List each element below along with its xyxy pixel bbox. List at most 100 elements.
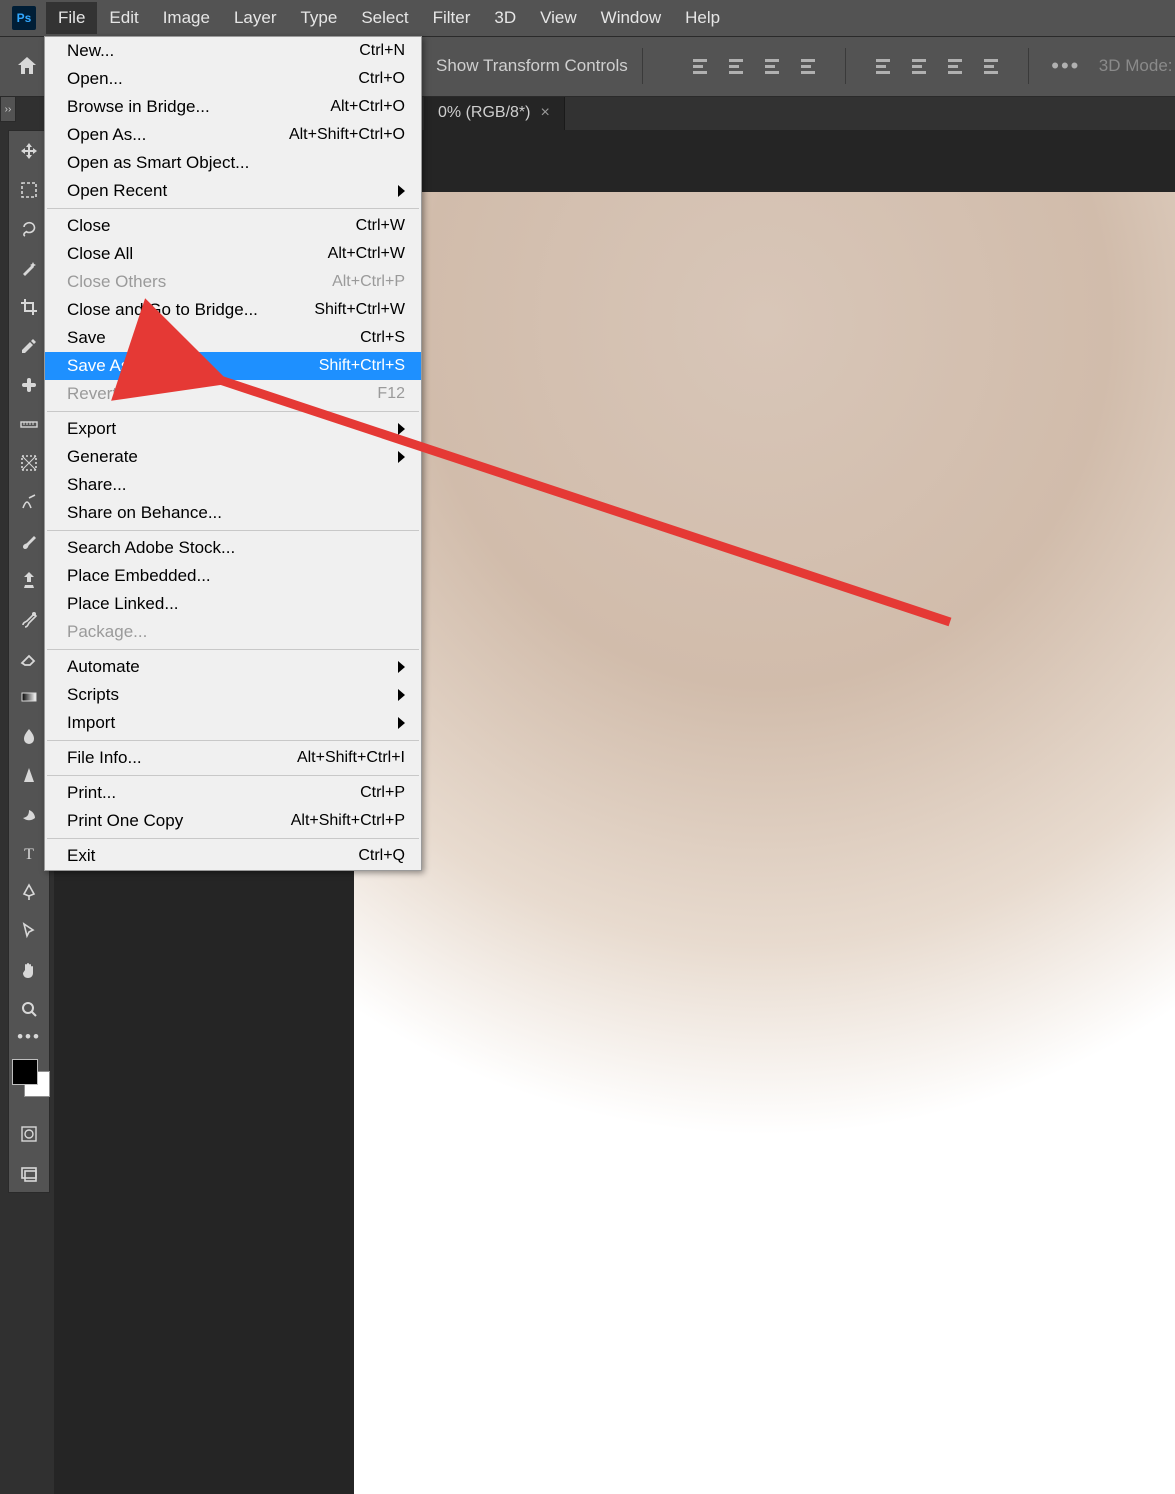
menu-window[interactable]: Window	[589, 2, 673, 34]
menuitem-browse-in-bridge[interactable]: Browse in Bridge...Alt+Ctrl+O	[45, 93, 421, 121]
clone-stamp-tool[interactable]	[9, 560, 49, 599]
menuitem-label: Open As...	[67, 125, 146, 145]
gradient-tool[interactable]	[9, 677, 49, 716]
marquee-tool[interactable]	[9, 170, 49, 209]
menu-type[interactable]: Type	[288, 2, 349, 34]
align-center-h-icon[interactable]	[723, 53, 749, 79]
document-tab[interactable]: 0% (RGB/8*) ×	[424, 96, 565, 130]
healing-tool[interactable]	[9, 365, 49, 404]
menu-filter[interactable]: Filter	[421, 2, 483, 34]
more-options-icon[interactable]: •••	[1053, 53, 1079, 79]
panel-collapse-strip[interactable]: ››	[0, 96, 16, 122]
magic-wand-tool[interactable]	[9, 248, 49, 287]
frame-tool[interactable]	[9, 443, 49, 482]
menuitem-scripts[interactable]: Scripts	[45, 681, 421, 709]
menuitem-place-embedded[interactable]: Place Embedded...	[45, 562, 421, 590]
crop-tool[interactable]	[9, 287, 49, 326]
ruler-tool[interactable]	[9, 404, 49, 443]
menuitem-place-linked[interactable]: Place Linked...	[45, 590, 421, 618]
show-transform-label[interactable]: Show Transform Controls	[436, 56, 628, 76]
lasso-tool[interactable]	[9, 209, 49, 248]
menuitem-open-as[interactable]: Open As... Alt+Shift+Ctrl+O	[45, 121, 421, 149]
sharpen-tool[interactable]	[9, 755, 49, 794]
foreground-swatch[interactable]	[12, 1059, 38, 1085]
menuitem-share[interactable]: Share...	[45, 471, 421, 499]
brush-tool[interactable]	[9, 521, 49, 560]
align-right-icon[interactable]	[759, 53, 785, 79]
menu-bar: Ps FileEditImageLayerTypeSelectFilter3DV…	[0, 0, 1175, 37]
tool-overflow[interactable]: •••	[9, 1028, 49, 1046]
file-menu-dropdown: New...Ctrl+NOpen...Ctrl+OBrowse in Bridg…	[44, 36, 422, 871]
menu-edit[interactable]: Edit	[97, 2, 150, 34]
menuitem-new[interactable]: New...Ctrl+N	[45, 37, 421, 65]
menu-image[interactable]: Image	[151, 2, 222, 34]
menu-file[interactable]: File	[46, 2, 97, 34]
type-tool[interactable]: T	[9, 833, 49, 872]
history-brush-tool[interactable]	[9, 599, 49, 638]
eraser-tool[interactable]	[9, 638, 49, 677]
zoom-tool[interactable]	[9, 989, 49, 1028]
menuitem-print-one-copy[interactable]: Print One CopyAlt+Shift+Ctrl+P	[45, 807, 421, 835]
menuitem-automate[interactable]: Automate	[45, 653, 421, 681]
path-select-tool[interactable]	[9, 911, 49, 950]
menu-separator	[47, 530, 419, 531]
menuitem-export[interactable]: Export	[45, 415, 421, 443]
menuitem-shortcut: Alt+Shift+Ctrl+O	[289, 126, 405, 144]
eyedropper-tool[interactable]	[9, 326, 49, 365]
menuitem-label: Scripts	[67, 685, 119, 705]
menuitem-label: Share...	[67, 475, 127, 495]
hand-tool[interactable]	[9, 950, 49, 989]
menuitem-shortcut: Alt+Shift+Ctrl+P	[291, 812, 405, 830]
quickmask-tool[interactable]	[9, 1114, 49, 1153]
menuitem-label: Share on Behance...	[67, 503, 222, 523]
color-swatches[interactable]	[9, 1056, 49, 1100]
divider	[845, 48, 846, 84]
menuitem-label: Browse in Bridge...	[67, 97, 210, 117]
dodge-tool[interactable]	[9, 794, 49, 833]
menuitem-generate[interactable]: Generate	[45, 443, 421, 471]
menu-separator	[47, 740, 419, 741]
menu-view[interactable]: View	[528, 2, 589, 34]
pen-tool[interactable]	[9, 872, 49, 911]
align-top-icon[interactable]	[870, 53, 896, 79]
menu-help[interactable]: Help	[673, 2, 732, 34]
menu-select[interactable]: Select	[349, 2, 420, 34]
blur-tool[interactable]	[9, 716, 49, 755]
menuitem-open-recent[interactable]: Open Recent	[45, 177, 421, 205]
menuitem-import[interactable]: Import	[45, 709, 421, 737]
menuitem-shortcut: Ctrl+N	[359, 42, 405, 60]
menuitem-close-all[interactable]: Close AllAlt+Ctrl+W	[45, 240, 421, 268]
menuitem-label: Place Linked...	[67, 594, 179, 614]
menu-separator	[47, 208, 419, 209]
align-left-icon[interactable]	[687, 53, 713, 79]
menu-3d[interactable]: 3D	[482, 2, 528, 34]
menuitem-open-as-smart-object[interactable]: Open as Smart Object...	[45, 149, 421, 177]
screenmode-tool[interactable]	[9, 1153, 49, 1192]
menuitem-close-others: Close OthersAlt+Ctrl+P	[45, 268, 421, 296]
menuitem-open[interactable]: Open...Ctrl+O	[45, 65, 421, 93]
menuitem-save[interactable]: SaveCtrl+S	[45, 324, 421, 352]
align-center-v-icon[interactable]	[906, 53, 932, 79]
menuitem-close[interactable]: CloseCtrl+W	[45, 212, 421, 240]
align-bottom-icon[interactable]	[942, 53, 968, 79]
align-fill-icon[interactable]	[795, 53, 821, 79]
document-canvas[interactable]	[354, 192, 1175, 1494]
submenu-arrow-icon	[398, 661, 405, 673]
menuitem-save-as[interactable]: Save As...Shift+Ctrl+S	[45, 352, 421, 380]
menu-layer[interactable]: Layer	[222, 2, 289, 34]
menuitem-search-adobe-stock[interactable]: Search Adobe Stock...	[45, 534, 421, 562]
wrinkle-tool[interactable]	[9, 482, 49, 521]
divider	[1028, 48, 1029, 84]
menuitem-share-on-behance[interactable]: Share on Behance...	[45, 499, 421, 527]
home-button[interactable]	[8, 47, 46, 85]
menuitem-label: Revert	[67, 384, 117, 404]
menuitem-shortcut: Shift+Ctrl+W	[314, 301, 405, 319]
menuitem-shortcut: Ctrl+W	[356, 217, 405, 235]
menuitem-exit[interactable]: ExitCtrl+Q	[45, 842, 421, 870]
move-tool[interactable]	[9, 131, 49, 170]
menuitem-close-and-go-to-bridge[interactable]: Close and Go to Bridge...Shift+Ctrl+W	[45, 296, 421, 324]
menuitem-print[interactable]: Print...Ctrl+P	[45, 779, 421, 807]
close-tab-button[interactable]: ×	[540, 104, 549, 122]
distribute-icon[interactable]	[978, 53, 1004, 79]
menuitem-file-info[interactable]: File Info...Alt+Shift+Ctrl+I	[45, 744, 421, 772]
